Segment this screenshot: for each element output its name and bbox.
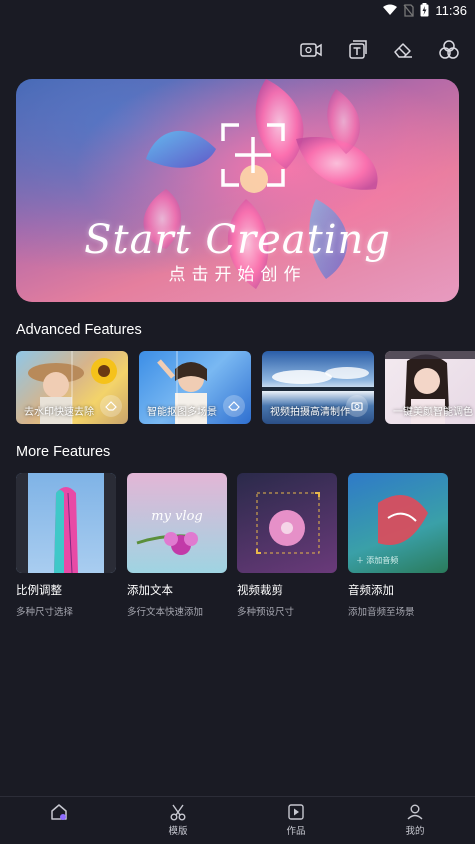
feature-add-text[interactable]: my vlog 添加文本 多行文本快速添加 (127, 473, 227, 618)
advanced-features-heading: Advanced Features (16, 322, 142, 338)
feature-aspect-ratio[interactable]: 比例调整 多种尺寸选择 (16, 473, 116, 618)
eraser-badge-icon (100, 395, 122, 417)
flower-crop-image (256, 492, 320, 554)
nav-label: 我的 (405, 826, 425, 837)
nav-profile[interactable]: 我的 (385, 803, 445, 837)
nav-label: 模版 (168, 826, 188, 837)
advanced-features-row: 去水印快速去除 智能抠图多场景 视频拍摄高清制作 一键美颜智能调色 (16, 351, 475, 424)
home-icon (51, 804, 67, 820)
cactus-image (54, 487, 78, 573)
top-toolbar (299, 38, 461, 62)
clock: 11:36 (435, 2, 467, 18)
color-circles-icon[interactable] (437, 38, 461, 62)
feature-desc: 多种尺寸选择 (16, 607, 74, 618)
camera-badge-icon (346, 395, 368, 417)
advanced-card-watermark[interactable]: 去水印快速去除 (16, 351, 128, 424)
play-box-icon (288, 804, 304, 820)
audio-add-thumb: ＋ 添加音频 (348, 473, 448, 573)
feature-desc: 多种预设尺寸 (237, 607, 295, 618)
more-features-row: 比例调整 多种尺寸选择 my vlog 添加文本 多行文本快速添加 视频裁剪 多 (16, 473, 459, 618)
battery-icon (420, 3, 429, 17)
status-bar: 11:36 (0, 0, 475, 20)
advanced-card-label: 视频拍摄高清制作 (270, 407, 350, 418)
start-creating-banner[interactable]: Start Creating 点击开始创作 (16, 79, 459, 302)
feature-desc: 添加音频至场景 (348, 607, 415, 618)
feature-desc: 多行文本快速添加 (127, 607, 204, 618)
feature-name: 视频裁剪 (237, 585, 283, 597)
advanced-card-label: 去水印快速去除 (24, 407, 94, 418)
feature-name: 添加文本 (127, 585, 173, 597)
text-overlay: my vlog (151, 509, 203, 524)
audio-overlay-text: 添加音频 (366, 556, 399, 565)
feature-name: 音频添加 (348, 585, 394, 597)
no-sim-icon (403, 3, 415, 17)
more-features-heading: More Features (16, 444, 111, 460)
nav-label: 作品 (286, 826, 306, 837)
scissors-icon (170, 804, 186, 821)
video-crop-thumb (237, 473, 337, 573)
advanced-card-video[interactable]: 视频拍摄高清制作 (262, 351, 374, 424)
scan-frame-icon (221, 123, 285, 187)
advanced-card-cutout[interactable]: 智能抠图多场景 (139, 351, 251, 424)
advanced-card-label: 一键美颜智能调色 (393, 407, 473, 418)
advanced-card-label: 智能抠图多场景 (147, 407, 217, 418)
add-text-thumb: my vlog (127, 473, 227, 573)
text-icon[interactable] (345, 38, 369, 62)
nav-home[interactable] (29, 803, 89, 823)
person-icon (407, 804, 423, 820)
advanced-card-beauty[interactable]: 一键美颜智能调色 (385, 351, 475, 424)
plus-icon: ＋ (356, 556, 364, 565)
feature-video-crop[interactable]: 视频裁剪 多种预设尺寸 (237, 473, 337, 618)
banner-subtitle: 点击开始创作 (168, 265, 307, 284)
video-camera-icon[interactable] (299, 38, 323, 62)
audio-overlay-label: ＋ 添加音频 (356, 555, 398, 566)
feature-name: 比例调整 (16, 585, 62, 597)
aspect-ratio-thumb (16, 473, 116, 573)
feature-audio-add[interactable]: ＋ 添加音频 音频添加 添加音频至场景 (348, 473, 448, 618)
banner-title: Start Creating (84, 217, 391, 263)
bottom-navigation: 模版 作品 我的 (0, 796, 475, 844)
eraser-badge-icon (223, 395, 245, 417)
wifi-icon (383, 4, 398, 16)
nav-works[interactable]: 作品 (266, 803, 326, 837)
eraser-icon[interactable] (391, 38, 415, 62)
nav-templates[interactable]: 模版 (148, 803, 208, 837)
